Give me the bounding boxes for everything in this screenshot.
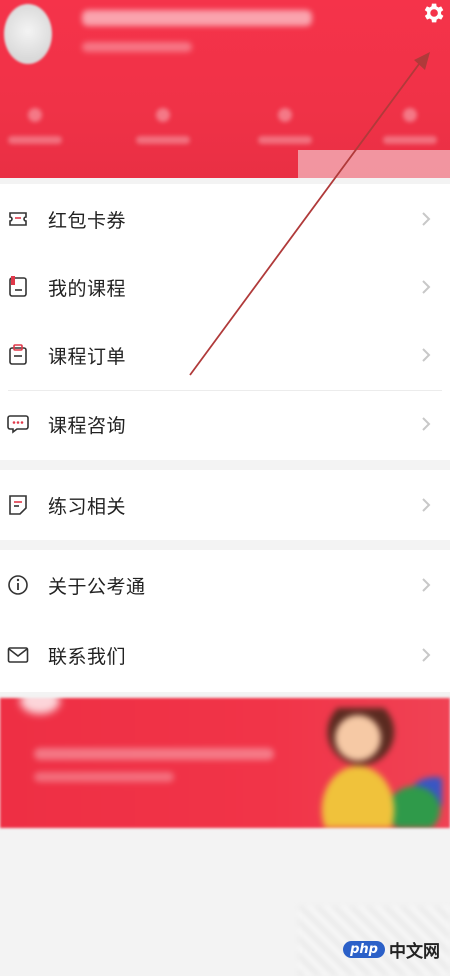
menu-label: 联系我们 <box>48 645 127 668</box>
stat-1[interactable] <box>0 108 70 148</box>
stat-4[interactable] <box>375 108 445 148</box>
watermark-logo: php <box>343 940 385 958</box>
gear-icon[interactable] <box>420 0 446 26</box>
menu-item-coupons[interactable]: 红包卡券 <box>0 186 450 252</box>
menu-item-contact[interactable]: 联系我们 <box>0 622 450 688</box>
menu-label: 关于公考通 <box>48 575 146 598</box>
menu-item-practice[interactable]: 练习相关 <box>0 472 450 538</box>
menu-label: 课程咨询 <box>48 414 127 437</box>
course-book-icon <box>7 276 29 298</box>
menu-group-3: 关于公考通 联系我们 <box>0 550 450 692</box>
menu-label: 练习相关 <box>48 495 127 518</box>
envelope-icon <box>7 644 29 666</box>
banner-subtext-blurred <box>34 772 174 782</box>
avatar[interactable] <box>4 4 52 64</box>
banner-badge-blurred <box>20 698 60 714</box>
menu-label: 课程订单 <box>48 345 127 368</box>
header-fade <box>298 150 450 178</box>
menu-label: 红包卡券 <box>48 209 127 232</box>
practice-note-icon <box>7 494 29 516</box>
clipboard-order-icon <box>7 344 29 366</box>
ticket-icon <box>7 208 29 230</box>
menu-group-1: 红包卡券 我的课程 课程订单 课程咨询 <box>0 184 450 460</box>
menu-item-about[interactable]: 关于公考通 <box>0 552 450 618</box>
menu-label: 我的课程 <box>48 277 127 300</box>
info-circle-icon <box>7 574 29 596</box>
chat-bubble-icon <box>7 413 29 435</box>
stat-3[interactable] <box>250 108 320 148</box>
banner-text-blurred <box>34 748 274 760</box>
chevron-right-icon <box>422 648 431 662</box>
username-blurred <box>82 10 312 26</box>
menu-item-course-orders[interactable]: 课程订单 <box>0 322 450 388</box>
menu-group-2: 练习相关 <box>0 470 450 540</box>
watermark: php 中文网 <box>343 936 440 962</box>
chevron-right-icon <box>422 280 431 294</box>
banner-person-image <box>302 708 442 828</box>
chevron-right-icon <box>422 578 431 592</box>
chevron-right-icon <box>422 348 431 362</box>
chevron-right-icon <box>422 212 431 226</box>
promo-banner[interactable] <box>0 698 450 828</box>
chevron-right-icon <box>422 417 431 431</box>
profile-header <box>0 0 450 178</box>
menu-item-course-consult[interactable]: 课程咨询 <box>0 391 450 457</box>
watermark-site: 中文网 <box>389 941 440 962</box>
stat-2[interactable] <box>128 108 198 148</box>
chevron-right-icon <box>422 498 431 512</box>
menu-item-my-courses[interactable]: 我的课程 <box>0 254 450 320</box>
user-subtitle-blurred <box>82 42 192 52</box>
